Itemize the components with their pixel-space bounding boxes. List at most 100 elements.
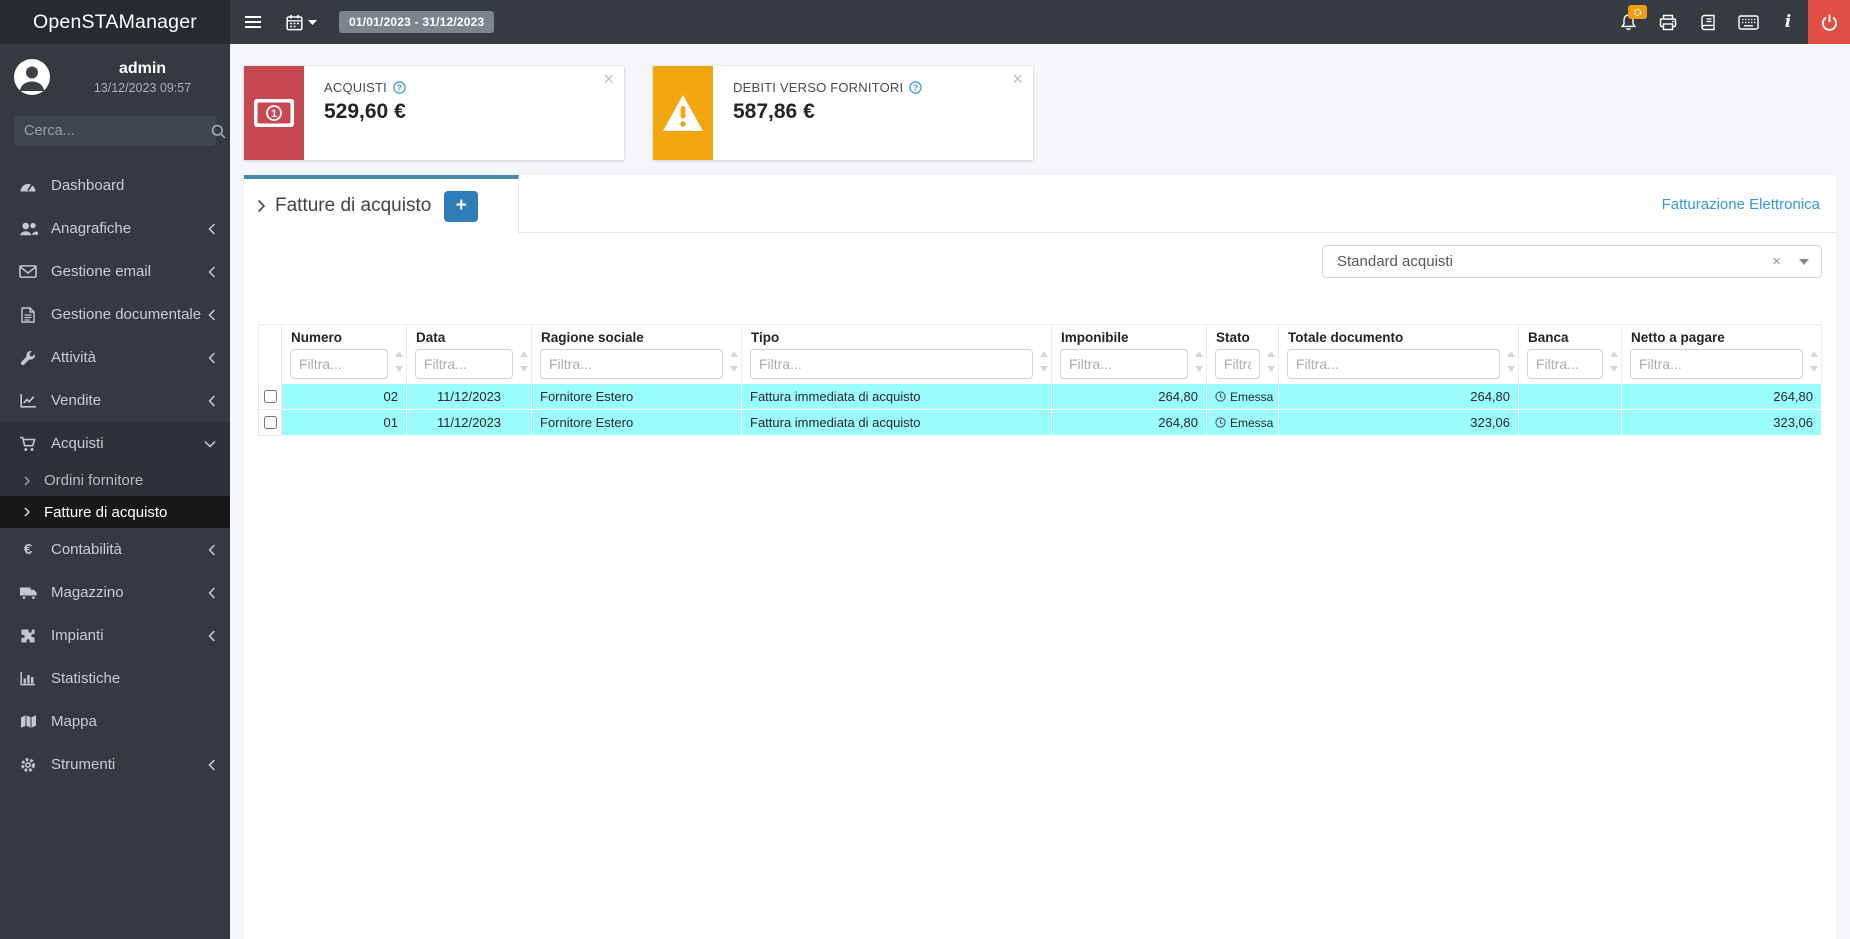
cell-ragione-sociale[interactable]: Fornitore Estero (532, 410, 742, 436)
question-circle-icon[interactable]: ? (393, 81, 406, 94)
sidebar-item-gestione-documentale[interactable]: Gestione documentale (0, 293, 230, 336)
sidebar-item-ordini-fornitore[interactable]: Ordini fornitore (0, 465, 230, 496)
cell-numero[interactable]: 01 (282, 410, 407, 436)
notifications-button[interactable] (1608, 0, 1648, 44)
sort-icon[interactable] (1810, 351, 1818, 372)
cell-data[interactable]: 11/12/2023 (407, 410, 532, 436)
close-icon[interactable]: × (1012, 70, 1023, 88)
table-header-data[interactable]: Data (407, 324, 532, 384)
user-panel[interactable]: admin 13/12/2023 09:57 (0, 44, 230, 106)
cell-numero[interactable]: 02 (282, 384, 407, 410)
sidebar-item-magazzino[interactable]: Magazzino (0, 571, 230, 614)
logout-button[interactable] (1808, 0, 1850, 44)
close-icon[interactable]: × (603, 70, 614, 88)
page-title: Fatture di acquisto (275, 195, 432, 216)
sidebar-item-strumenti[interactable]: Strumenti (0, 743, 230, 786)
cell-tipo[interactable]: Fattura immediata di acquisto (742, 384, 1052, 410)
fatturazione-elettronica-link[interactable]: Fatturazione Elettronica (1662, 196, 1820, 213)
cell-imponibile[interactable]: 264,80 (1052, 410, 1207, 436)
cell-tipo[interactable]: Fattura immediata di acquisto (742, 410, 1052, 436)
table-header-tipo[interactable]: Tipo (742, 324, 1052, 384)
sort-icon[interactable] (520, 351, 528, 372)
table-header-banca[interactable]: Banca (1519, 324, 1622, 384)
sidebar-toggle-button[interactable] (232, 0, 274, 44)
truck-icon (18, 586, 38, 600)
row-checkbox[interactable] (263, 390, 277, 403)
cell-totale-documento[interactable]: 323,06 (1279, 410, 1519, 436)
chevron-left-icon (204, 586, 216, 599)
clear-select-icon[interactable]: × (1772, 253, 1781, 270)
docs-button[interactable] (1688, 0, 1728, 44)
table-header-numero[interactable]: Numero (282, 324, 407, 384)
card-icon-box (653, 66, 713, 160)
cell-stato[interactable]: Emessa (1207, 410, 1279, 436)
sort-icon[interactable] (730, 351, 738, 372)
search-icon[interactable] (211, 124, 226, 139)
row-checkbox[interactable] (263, 416, 277, 429)
period-picker-button[interactable] (274, 0, 329, 44)
select-caret-icon[interactable] (1799, 258, 1809, 265)
shortcuts-button[interactable] (1728, 0, 1768, 44)
cell-banca[interactable] (1519, 384, 1622, 410)
sort-icon[interactable] (1610, 351, 1618, 372)
sort-icon[interactable] (1507, 351, 1515, 372)
search-input[interactable] (24, 123, 211, 139)
filter-input-numero[interactable] (290, 349, 388, 379)
filter-input-netto-a-pagare[interactable] (1630, 349, 1803, 379)
cell-netto-a-pagare[interactable]: 323,06 (1622, 410, 1822, 436)
chevron-left-icon (204, 222, 216, 235)
app-brand: OpenSTAManager (0, 0, 230, 44)
sidebar-item-contabilita[interactable]: € Contabilità (0, 528, 230, 571)
add-invoice-button[interactable]: + (444, 190, 479, 222)
info-button[interactable]: i (1768, 0, 1808, 44)
sidebar-search[interactable] (14, 116, 226, 146)
sidebar-item-impianti[interactable]: Impianti (0, 614, 230, 657)
view-select[interactable]: Standard acquisti × (1322, 245, 1822, 278)
cell-totale-documento[interactable]: 264,80 (1279, 384, 1519, 410)
filter-input-totale-documento[interactable] (1287, 349, 1500, 379)
chevron-left-icon (204, 543, 216, 556)
sort-icon[interactable] (395, 351, 403, 372)
warning-icon (661, 93, 705, 133)
filter-input-ragione-sociale[interactable] (540, 349, 723, 379)
filter-input-banca[interactable] (1527, 349, 1603, 379)
topbar-main: 01/01/2023 - 31/12/2023 i (230, 0, 1850, 44)
table-header-ragione-sociale[interactable]: Ragione sociale (532, 324, 742, 384)
table-header-netto-a-pagare[interactable]: Netto a pagare (1622, 324, 1822, 384)
sidebar: admin 13/12/2023 09:57 Dashboard Anagraf… (0, 44, 230, 939)
sort-icon[interactable] (1040, 351, 1048, 372)
sort-icon[interactable] (1195, 351, 1203, 372)
sidebar-item-mappa[interactable]: Mappa (0, 700, 230, 743)
question-circle-icon[interactable]: ? (909, 81, 922, 94)
filter-input-data[interactable] (415, 349, 513, 379)
cell-banca[interactable] (1519, 410, 1622, 436)
sidebar-item-label: Impianti (51, 627, 104, 644)
table-header-imponibile[interactable]: Imponibile (1052, 324, 1207, 384)
table-header-totale-documento[interactable]: Totale documento (1279, 324, 1519, 384)
date-range-badge[interactable]: 01/01/2023 - 31/12/2023 (339, 11, 495, 33)
view-select-value: Standard acquisti (1337, 253, 1453, 270)
cell-ragione-sociale[interactable]: Fornitore Estero (532, 384, 742, 410)
cell-netto-a-pagare[interactable]: 264,80 (1622, 384, 1822, 410)
filter-input-tipo[interactable] (750, 349, 1033, 379)
sidebar-item-statistiche[interactable]: Statistiche (0, 657, 230, 700)
filter-input-stato[interactable] (1215, 349, 1260, 379)
cell-data[interactable]: 11/12/2023 (407, 384, 532, 410)
sidebar-subitem-label: Ordini fornitore (44, 472, 144, 489)
tab-fatture-di-acquisto[interactable]: Fatture di acquisto + (244, 175, 519, 233)
sidebar-item-attivita[interactable]: Attività (0, 336, 230, 379)
print-button[interactable] (1648, 0, 1688, 44)
sidebar-item-anagrafiche[interactable]: Anagrafiche (0, 207, 230, 250)
cell-imponibile[interactable]: 264,80 (1052, 384, 1207, 410)
sidebar-item-acquisti[interactable]: Acquisti (0, 422, 230, 465)
sort-icon[interactable] (1267, 351, 1275, 372)
sidebar-item-fatture-di-acquisto[interactable]: Fatture di acquisto (0, 496, 230, 528)
sidebar-item-vendite[interactable]: Vendite (0, 379, 230, 422)
card-debiti-fornitori: DEBITI VERSO FORNITORI ? 587,86 € × (653, 66, 1033, 160)
keyboard-icon (1737, 14, 1759, 30)
table-header-stato[interactable]: Stato (1207, 324, 1279, 384)
filter-input-imponibile[interactable] (1060, 349, 1188, 379)
cell-stato[interactable]: Emessa (1207, 384, 1279, 410)
sidebar-item-dashboard[interactable]: Dashboard (0, 164, 230, 207)
sidebar-item-gestione-email[interactable]: Gestione email (0, 250, 230, 293)
